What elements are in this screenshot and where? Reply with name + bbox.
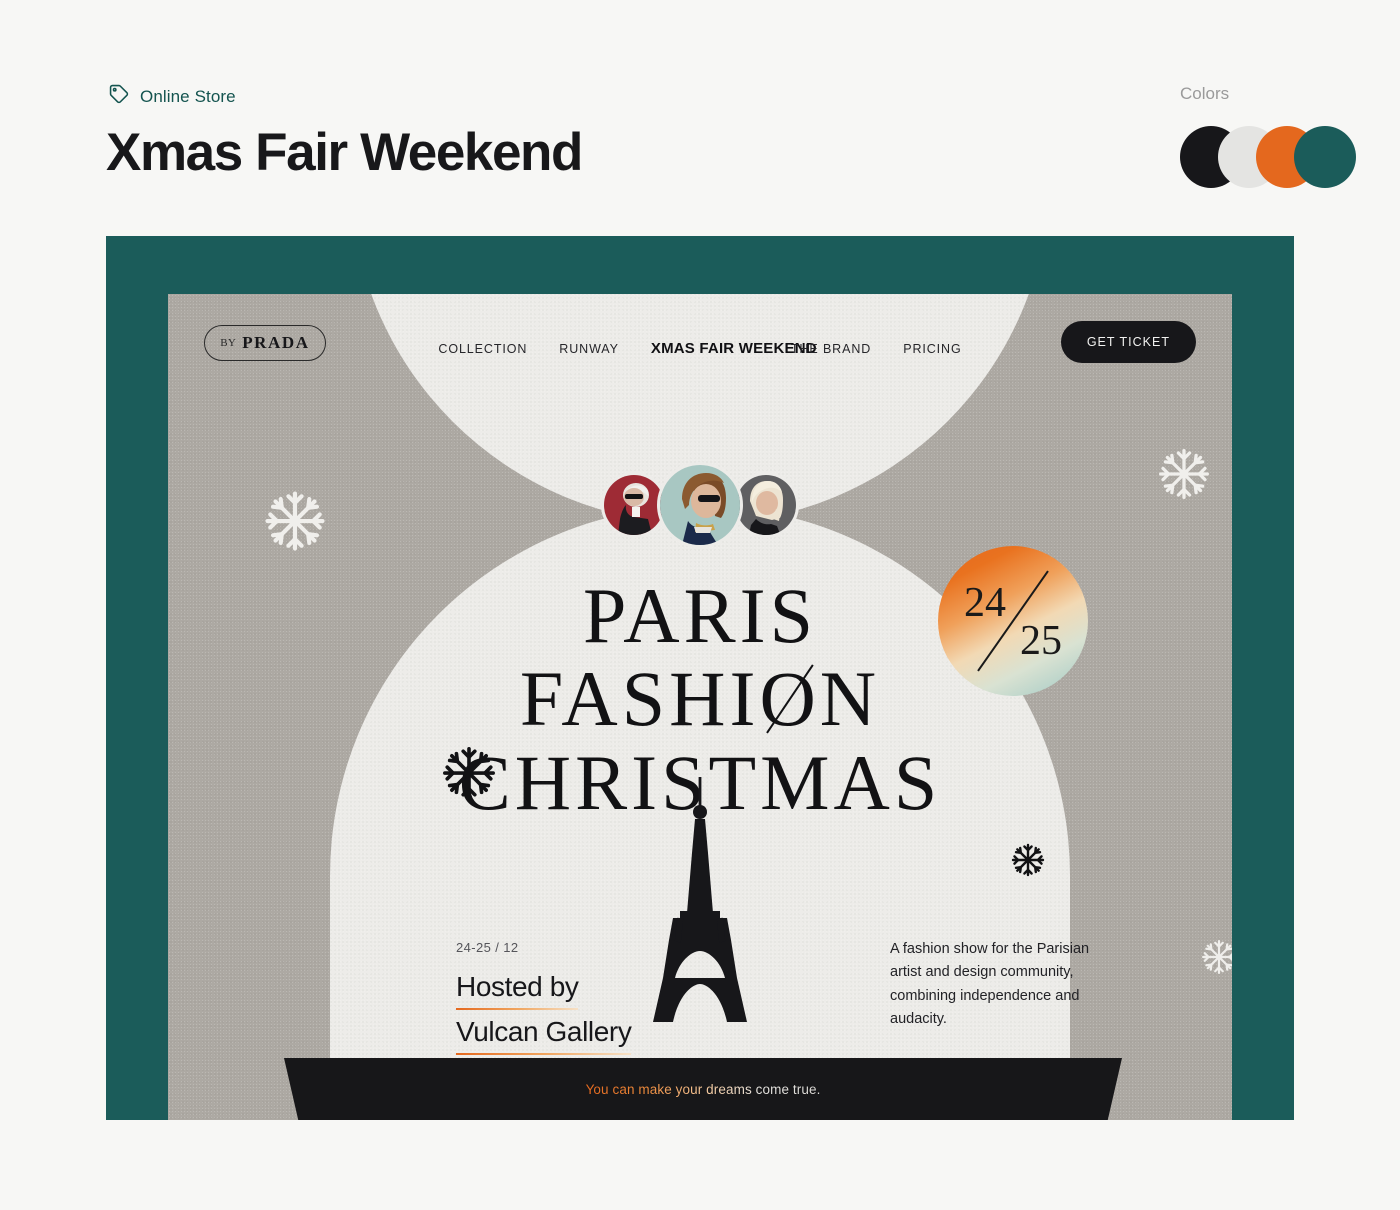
poster-frame: BY PRADA COLLECTION RUNWAY XMAS FAIR WEE… [106, 236, 1294, 1120]
page-header: Online Store Xmas Fair Weekend Colors [0, 0, 1400, 230]
snowflake-icon-center-lower [1010, 842, 1046, 883]
event-date: 24-25 / 12 [456, 940, 519, 955]
poster-canvas: BY PRADA COLLECTION RUNWAY XMAS FAIR WEE… [168, 294, 1232, 1120]
snowflake-icon-right-lower [1200, 938, 1232, 981]
poster-footer-bar: You can make your dreams come true. [284, 1058, 1122, 1120]
hosted-by-block: Hosted by Vulcan Gallery [456, 971, 632, 1055]
brand-prefix: BY [220, 337, 237, 349]
avatar-anna[interactable] [657, 462, 743, 548]
brand-logo-prada[interactable]: BY PRADA [204, 325, 326, 361]
page-title: Xmas Fair Weekend [106, 123, 583, 182]
snowflake-icon-left-lower [440, 744, 498, 807]
date-badge-bottom: 25 [1020, 618, 1062, 664]
colors-block: Colors [1122, 84, 1356, 188]
breadcrumb-label: Online Store [140, 86, 236, 106]
color-swatch-row [1180, 126, 1356, 188]
color-swatch-teal [1294, 126, 1356, 188]
event-details-left: 24-25 / 12 Hosted by Vulcan Gallery [456, 940, 632, 1055]
breadcrumb[interactable]: Online Store [108, 83, 236, 110]
snowflake-icon-right-upper [1156, 446, 1212, 507]
ticker-text: You can make your dreams come true. [585, 1081, 821, 1097]
poster-navbar: BY PRADA COLLECTION RUNWAY XMAS FAIR WEE… [168, 294, 1232, 404]
hosted-by-label: Hosted by [456, 971, 579, 1010]
snowflake-icon-left-upper [262, 488, 328, 559]
date-badge-top: 24 [964, 580, 1006, 626]
eiffel-tower-illustration [610, 777, 790, 1062]
colors-label: Colors [1180, 84, 1230, 103]
nav-links: COLLECTION RUNWAY XMAS FAIR WEEKEND THE … [438, 294, 961, 404]
tag-icon [108, 83, 130, 110]
nav-item-xmas-fair-weekend[interactable]: XMAS FAIR WEEKEND [651, 340, 817, 358]
brand-name: PRADA [242, 333, 310, 352]
nav-item-the-brand[interactable]: THE BRAND [791, 342, 871, 356]
get-ticket-button[interactable]: GET TICKET [1060, 321, 1196, 363]
hosted-by-venue: Vulcan Gallery [456, 1015, 632, 1055]
avatar-group [601, 462, 799, 548]
nav-item-pricing[interactable]: PRICING [903, 342, 961, 356]
nav-item-runway[interactable]: RUNWAY [559, 342, 619, 356]
date-badge: 24 25 [938, 546, 1088, 696]
nav-item-collection[interactable]: COLLECTION [438, 342, 527, 356]
event-description: A fashion show for the Parisian artist a… [890, 941, 1090, 1028]
